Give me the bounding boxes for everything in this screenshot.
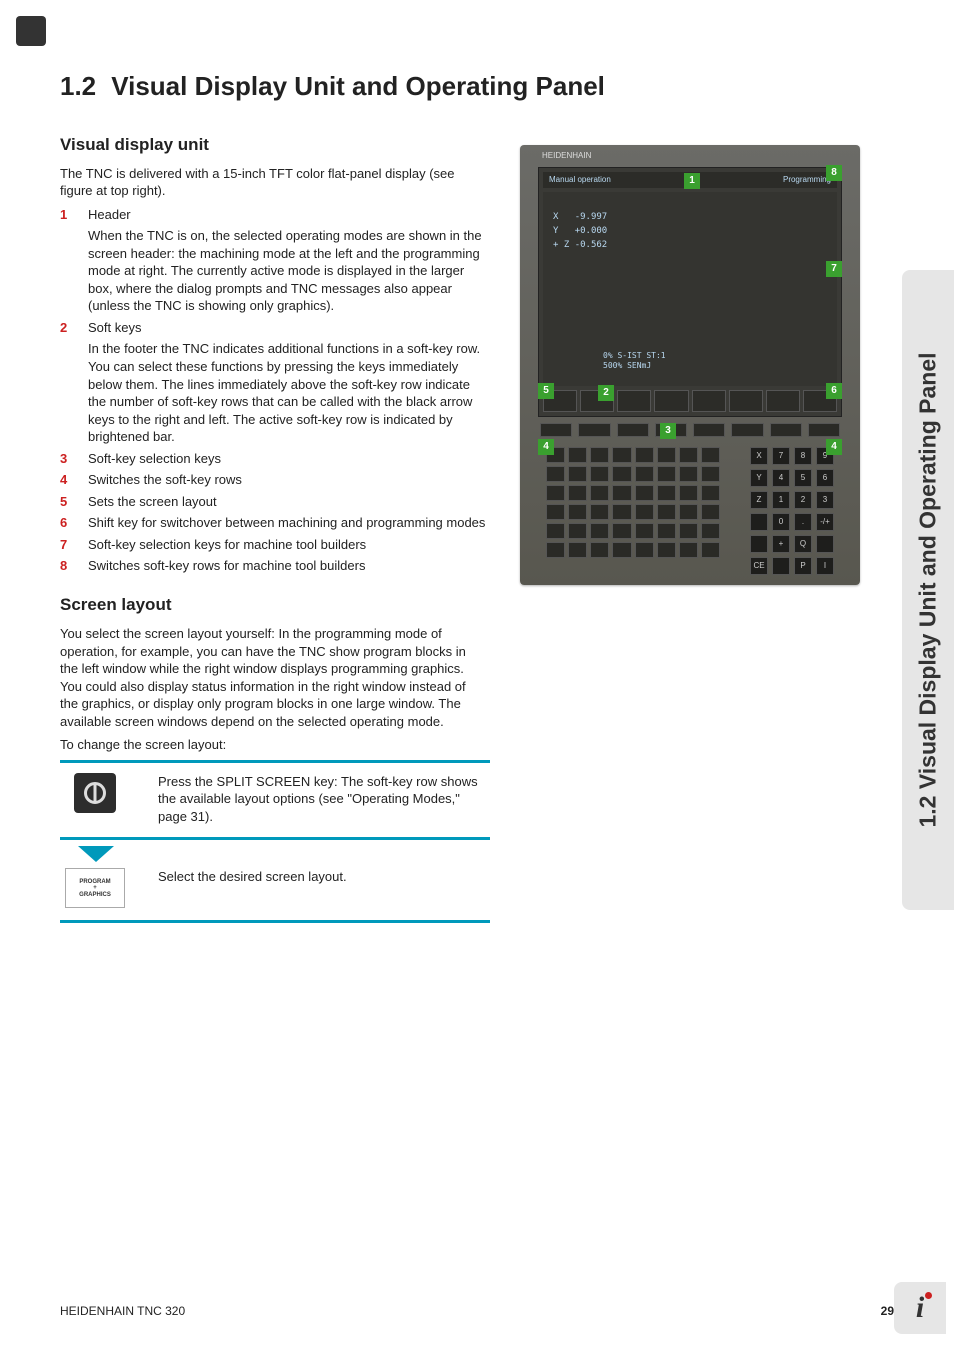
layout-change-line: To change the screen layout: <box>60 736 480 754</box>
info-icon: i <box>916 1291 924 1325</box>
subheading-layout: Screen layout <box>60 595 490 615</box>
callout-8: 8 <box>826 165 842 181</box>
callout-4: 4 <box>538 439 554 455</box>
list-item: 4Switches the soft-key rows <box>60 471 490 489</box>
program-graphics-key-icon: PROGRAM + GRAPHICS <box>60 868 130 908</box>
keyboard-area <box>546 447 720 558</box>
item-desc: In the footer the TNC indicates addition… <box>88 340 490 445</box>
callout-6: 6 <box>826 383 842 399</box>
numpad: X789 Y456 Z123 0.-/+ +Q CEPI <box>750 447 834 575</box>
item-label: Switches soft-key rows for machine tool … <box>88 557 490 575</box>
item-label: Header <box>88 207 131 222</box>
list-item: 2 Soft keys In the footer the TNC indica… <box>60 319 490 446</box>
step1-text: Press the SPLIT SCREEN key: The soft-key… <box>158 773 490 826</box>
fig-header-right: Programming <box>783 175 831 184</box>
item-label: Shift key for switchover between machini… <box>88 514 490 532</box>
step-row-1: Press the SPLIT SCREEN key: The soft-key… <box>60 763 490 836</box>
footer-left: HEIDENHAIN TNC 320 <box>60 1304 185 1318</box>
item-desc: When the TNC is on, the selected operati… <box>88 227 490 315</box>
vdu-list: 1 Header When the TNC is on, the selecte… <box>60 206 490 575</box>
figure-brand: HEIDENHAIN <box>542 151 591 160</box>
status2: 500% SENmJ <box>603 361 651 370</box>
split-screen-key-icon <box>60 773 130 813</box>
fig-header-left: Manual operation <box>549 175 611 184</box>
info-badge: i <box>894 1282 946 1334</box>
operating-panel-figure: HEIDENHAIN Manual operation Programming … <box>520 145 860 585</box>
list-item: 5Sets the screen layout <box>60 493 490 511</box>
chevron-down-icon <box>78 846 114 862</box>
page-number: 29 <box>881 1304 894 1318</box>
page-footer: HEIDENHAIN TNC 320 29 <box>60 1304 894 1318</box>
list-item: 3Soft-key selection keys <box>60 450 490 468</box>
item-label: Sets the screen layout <box>88 493 490 511</box>
status1: 0% S-IST ST:1 <box>603 351 666 360</box>
section-heading: 1.2 Visual Display Unit and Operating Pa… <box>60 70 894 103</box>
list-item: 1 Header When the TNC is on, the selecte… <box>60 206 490 315</box>
callout-1: 1 <box>684 173 700 189</box>
item-label: Soft-key selection keys <box>88 450 490 468</box>
subheading-vdu: Visual display unit <box>60 135 490 155</box>
item-label: Soft-key selection keys for machine tool… <box>88 536 490 554</box>
divider <box>60 920 490 923</box>
layout-intro: You select the screen layout yourself: I… <box>60 625 480 730</box>
list-item: 7Soft-key selection keys for machine too… <box>60 536 490 554</box>
info-dot-icon <box>925 1292 932 1299</box>
callout-7: 7 <box>826 261 842 277</box>
callout-2: 2 <box>598 385 614 401</box>
item-label: Soft keys <box>88 320 141 335</box>
list-item: 8Switches soft-key rows for machine tool… <box>60 557 490 575</box>
list-item: 6Shift key for switchover between machin… <box>60 514 490 532</box>
step-row-2: PROGRAM + GRAPHICS Select the desired sc… <box>60 868 490 918</box>
item-label: Switches the soft-key rows <box>88 471 490 489</box>
step2-text: Select the desired screen layout. <box>158 868 490 886</box>
axis-readouts: X -9.997 Y +0.000 + Z -0.562 <box>553 210 607 253</box>
softkey-row <box>543 390 837 412</box>
callout-3: 3 <box>660 423 676 439</box>
heading-title: Visual Display Unit and Operating Panel <box>111 71 605 101</box>
heading-number: 1.2 <box>60 70 104 103</box>
softkey-selection-row <box>540 423 840 437</box>
vdu-intro: The TNC is delivered with a 15-inch TFT … <box>60 165 480 200</box>
callout-5: 5 <box>538 383 554 399</box>
callout-4b: 4 <box>826 439 842 455</box>
